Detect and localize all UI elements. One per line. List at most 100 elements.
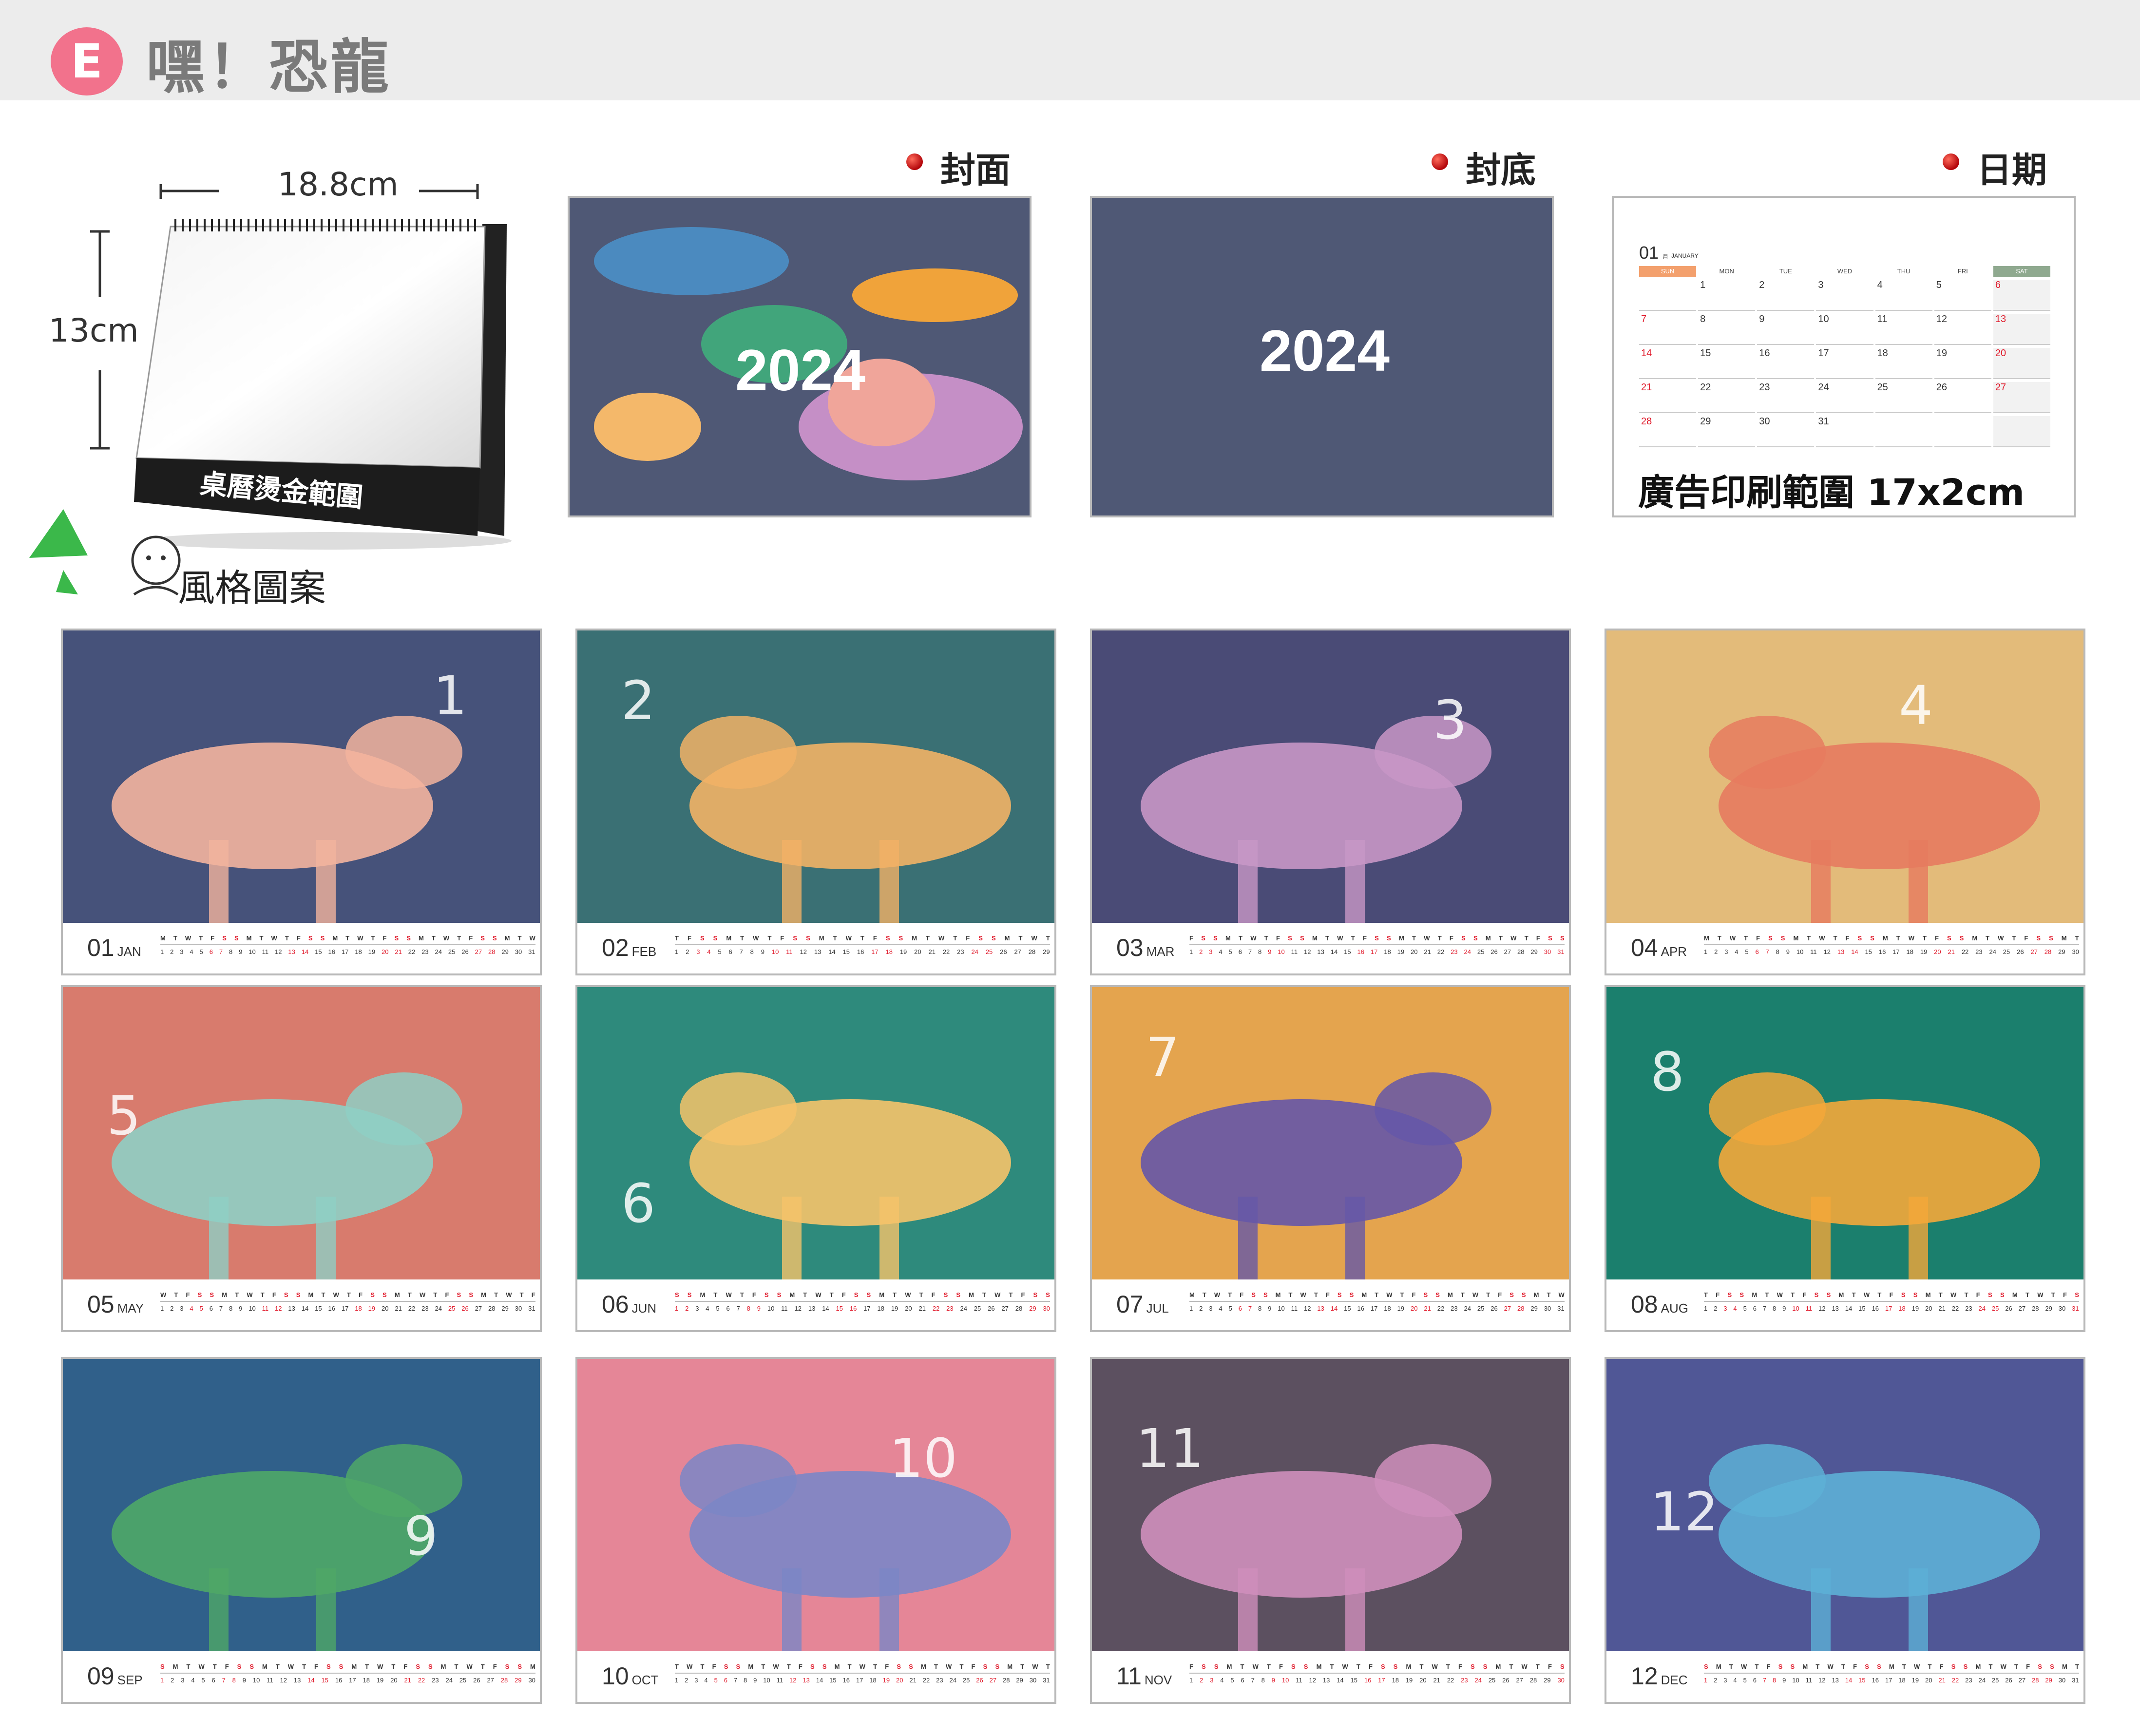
day-number: 30: [2058, 1305, 2066, 1312]
weekday-letter: S: [1778, 1663, 1783, 1670]
day-number: 3: [696, 948, 700, 955]
weekday-letter: S: [284, 1291, 288, 1298]
date-weekday-header: MON: [1698, 266, 1756, 277]
weekday-letter: T: [1018, 935, 1023, 942]
weekday-letter: W: [1252, 1663, 1259, 1670]
weekday-letter: F: [780, 935, 784, 942]
weekday-letter: W: [773, 1663, 779, 1670]
month-number-text: 12: [1631, 1662, 1658, 1690]
month-hand-number: 10: [889, 1427, 957, 1489]
weekday-letter: T: [212, 1663, 217, 1670]
date-day-cell: 24: [1816, 382, 1873, 413]
day-number: 7: [219, 948, 223, 955]
day-number: 15: [829, 1677, 837, 1684]
day-number: 23: [957, 948, 964, 955]
weekday-letter: F: [798, 1663, 802, 1670]
day-number: 27: [989, 1677, 997, 1684]
day-number: 21: [395, 948, 402, 955]
weekday-letter: T: [347, 1291, 351, 1298]
weekday-letter: W: [377, 1663, 383, 1670]
day-number: 24: [1464, 1305, 1471, 1312]
weekday-letter: M: [160, 935, 166, 942]
day-number: 26: [1490, 948, 1498, 955]
day-number: 7: [736, 1305, 740, 1312]
weekday-letter: S: [1213, 935, 1218, 942]
weekday-letter: T: [1330, 1663, 1334, 1670]
weekday-letter: M: [912, 935, 917, 942]
weekday-letter: W: [466, 1663, 473, 1670]
weekday-letter: M: [1406, 1663, 1412, 1670]
weekday-letter: F: [1802, 1291, 1807, 1298]
day-number: 12: [275, 948, 282, 955]
date-day-cell: [1934, 416, 1991, 447]
day-number: 19: [882, 1677, 890, 1684]
weekday-letter: M: [351, 1663, 357, 1670]
weekday-letter: S: [1727, 1291, 1732, 1298]
day-number: 26: [461, 1305, 469, 1312]
day-number: 17: [1885, 1677, 1892, 1684]
weekday-letter: T: [1239, 935, 1243, 942]
weekday-letter: F: [382, 935, 387, 942]
weekday-letter: S: [822, 1663, 827, 1670]
weekday-letter: S: [1337, 1291, 1342, 1298]
day-number: 3: [1724, 948, 1728, 955]
day-number: 15: [1344, 948, 1351, 955]
weekday-letter: S: [675, 1291, 679, 1298]
weekday-letter: T: [934, 1663, 938, 1670]
weekday-letter: W: [271, 935, 277, 942]
day-number: 27: [1516, 1677, 1523, 1684]
weekday-letter: T: [1228, 1291, 1232, 1298]
weekday-letter: W: [1914, 1663, 1920, 1670]
weekday-letter: T: [391, 1663, 396, 1670]
day-number: 5: [1230, 1677, 1234, 1684]
day-number: 8: [1776, 948, 1779, 955]
strip-divider: [1704, 1301, 2079, 1302]
weekday-letter: S: [724, 1663, 728, 1670]
day-number: 27: [2018, 1305, 2026, 1312]
weekday-letter: F: [1189, 935, 1193, 942]
weekday-letter: M: [246, 935, 252, 942]
day-number: 28: [488, 1305, 496, 1312]
day-number: 18: [885, 948, 893, 955]
weekday-row: WTFSSMTWTFSSMTWTFSSMTWTFSSMTWTF: [160, 1291, 535, 1298]
day-number: 24: [960, 1305, 967, 1312]
page-title: 嘿！恐龍: [146, 34, 392, 101]
month-number: 02 FEB: [602, 934, 656, 962]
day-number: 8: [1261, 1677, 1265, 1684]
month-card: 8 08 AUG T F S S M T W T F S S M T W T F S S M T W T F S S M T W T F S 1 2 3…: [1605, 985, 2085, 1332]
month-number: 12 DEC: [1631, 1662, 1688, 1690]
month-hand-number: 6: [621, 1172, 655, 1235]
day-number: 2: [1200, 1677, 1204, 1684]
month-number: 01 JAN: [87, 934, 141, 962]
weekday-row: FSSMTWTFSSMTWTFSSMTWTFSSMTWTFSS: [1189, 935, 1565, 942]
day-number: 4: [1733, 1305, 1737, 1312]
weekday-letter: T: [1009, 1291, 1013, 1298]
day-number: 9: [1782, 1677, 1786, 1684]
date-day-cell: 10: [1816, 314, 1873, 345]
weekday-letter: T: [407, 1291, 412, 1298]
weekday-letter: M: [1447, 1291, 1453, 1298]
date-day-cell: 3: [1816, 280, 1873, 311]
day-number: 29: [1043, 948, 1050, 955]
day-number: 16: [842, 1677, 850, 1684]
weekday-letter: M: [834, 1663, 840, 1670]
day-number: 5: [1228, 1305, 1232, 1312]
day-number: 14: [301, 1305, 309, 1312]
day-number: 26: [1502, 1677, 1509, 1684]
weekday-letter: W: [1740, 1663, 1747, 1670]
date-day-cell: 14: [1639, 348, 1697, 379]
month-art: [1092, 1359, 1569, 1651]
weekday-letter: T: [1046, 935, 1050, 942]
weekday-letter: T: [1419, 1663, 1424, 1670]
strip-divider: [160, 1301, 535, 1302]
weekday-letter: W: [1432, 1663, 1438, 1670]
month-name: DEC: [1661, 1673, 1688, 1687]
weekday-letter: F: [1939, 1663, 1944, 1670]
day-number: 29: [2058, 948, 2065, 955]
month-date-strip: 05 MAY W T F S S M T W T F S S M T W T F S S M T W T F S S M T W T F 1 2 3 4…: [63, 1279, 540, 1330]
weekday-letter: S: [866, 1291, 871, 1298]
day-number: 26: [2005, 1677, 2012, 1684]
day-number: 16: [857, 948, 864, 955]
weekday-letter: S: [1857, 935, 1862, 942]
day-number: 24: [1474, 1677, 1482, 1684]
